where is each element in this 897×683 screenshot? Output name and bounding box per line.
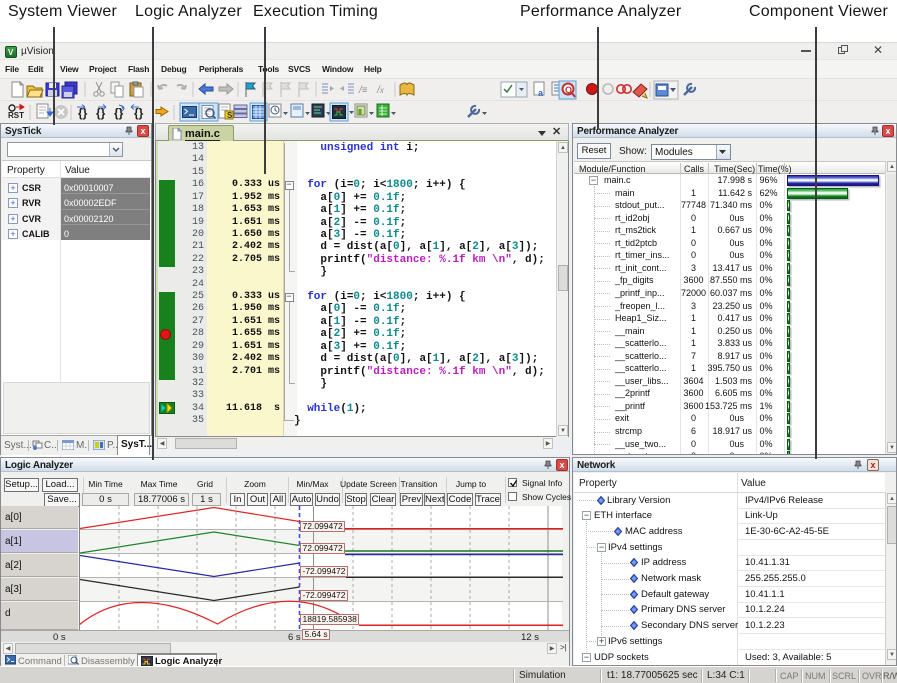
svg-text:{}: {}: [78, 106, 88, 120]
svg-text:/x: /x: [376, 85, 385, 96]
svg-text:RST: RST: [8, 111, 24, 120]
svg-text:S: S: [227, 111, 233, 120]
svg-text:{}: {}: [134, 106, 144, 120]
svg-text:/≡: /≡: [358, 85, 368, 96]
svg-text:Q: Q: [565, 85, 572, 95]
